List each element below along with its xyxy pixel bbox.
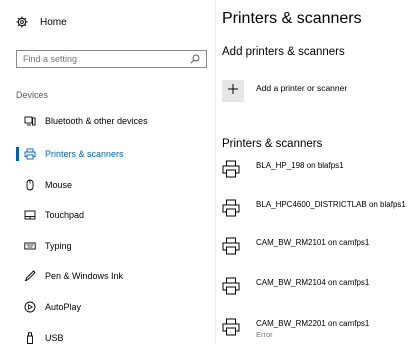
printer-icon (222, 237, 240, 255)
printer-icon (222, 199, 240, 217)
page-title: Printers & scanners (222, 10, 362, 27)
home-label: Home (40, 16, 67, 28)
printer-icon (222, 318, 240, 336)
sidebar-item-label: Typing (45, 241, 72, 251)
sidebar-item-usb[interactable]: USB (0, 327, 214, 349)
printer-item[interactable]: CAM_BW_RM2101 on camfps1 (222, 237, 417, 259)
printer-icon (24, 148, 36, 160)
search-input[interactable] (23, 54, 173, 64)
add-printer-button[interactable] (222, 80, 244, 102)
pen-icon (24, 270, 36, 282)
keyboard-icon (24, 240, 36, 252)
sidebar-item-mouse[interactable]: Mouse (0, 174, 214, 196)
search-icon[interactable] (190, 54, 200, 64)
sidebar-item-label: AutoPlay (45, 302, 82, 312)
add-printers-heading: Add printers & scanners (222, 46, 345, 58)
printer-name: BLA_HP_198 on blafps1 (256, 161, 344, 170)
sidebar-item-label: Touchpad (45, 210, 85, 220)
touchpad-icon (24, 209, 36, 221)
gear-icon (16, 16, 28, 28)
add-printer-label[interactable]: Add a printer or scanner (256, 83, 347, 93)
sidebar-item-autoplay[interactable]: AutoPlay (0, 296, 214, 318)
sidebar: Home Devices Bluetooth & other devices P… (0, 0, 216, 344)
plus-icon (227, 82, 239, 100)
printer-item[interactable]: CAM_BW_RM2201 on camfps1 Error (222, 318, 417, 340)
sidebar-item-label: Bluetooth & other devices (45, 116, 148, 126)
sidebar-item-label: USB (45, 333, 64, 343)
sidebar-item-pen-ink[interactable]: Pen & Windows Ink (0, 265, 214, 287)
printer-item[interactable]: CAM_BW_RM2104 on camfps1 (222, 277, 417, 299)
bluetooth-devices-icon (24, 115, 36, 127)
printer-name: BLA_HPC4600_DISTRICTLAB on blafps1 (256, 200, 406, 209)
printer-name: CAM_BW_RM2101 on camfps1 (256, 238, 370, 247)
printer-icon (222, 160, 240, 178)
printer-item[interactable]: BLA_HPC4600_DISTRICTLAB on blafps1 (222, 199, 417, 221)
printers-list-heading: Printers & scanners (222, 138, 323, 150)
printer-icon (222, 277, 240, 295)
printer-item[interactable]: BLA_HP_198 on blafps1 (222, 160, 417, 182)
search-box[interactable] (16, 50, 207, 68)
sidebar-item-typing[interactable]: Typing (0, 235, 214, 257)
mouse-icon (24, 179, 36, 191)
printer-name: CAM_BW_RM2104 on camfps1 (256, 278, 370, 287)
autoplay-icon (24, 301, 36, 313)
main-panel: Printers & scanners Add printers & scann… (222, 0, 417, 343)
selection-indicator (16, 147, 19, 161)
sidebar-item-label: Pen & Windows Ink (45, 271, 124, 281)
usb-icon (24, 332, 36, 344)
sidebar-item-label: Printers & scanners (45, 149, 124, 159)
home-nav-item[interactable]: Home (16, 14, 67, 30)
sidebar-item-label: Mouse (45, 180, 73, 190)
printer-status: Error (256, 330, 273, 339)
printer-name: CAM_BW_RM2201 on camfps1 (256, 319, 370, 328)
section-label-devices: Devices (16, 90, 49, 100)
sidebar-item-printers-scanners[interactable]: Printers & scanners (0, 143, 214, 165)
sidebar-item-touchpad[interactable]: Touchpad (0, 204, 214, 226)
sidebar-item-bluetooth[interactable]: Bluetooth & other devices (0, 110, 214, 132)
